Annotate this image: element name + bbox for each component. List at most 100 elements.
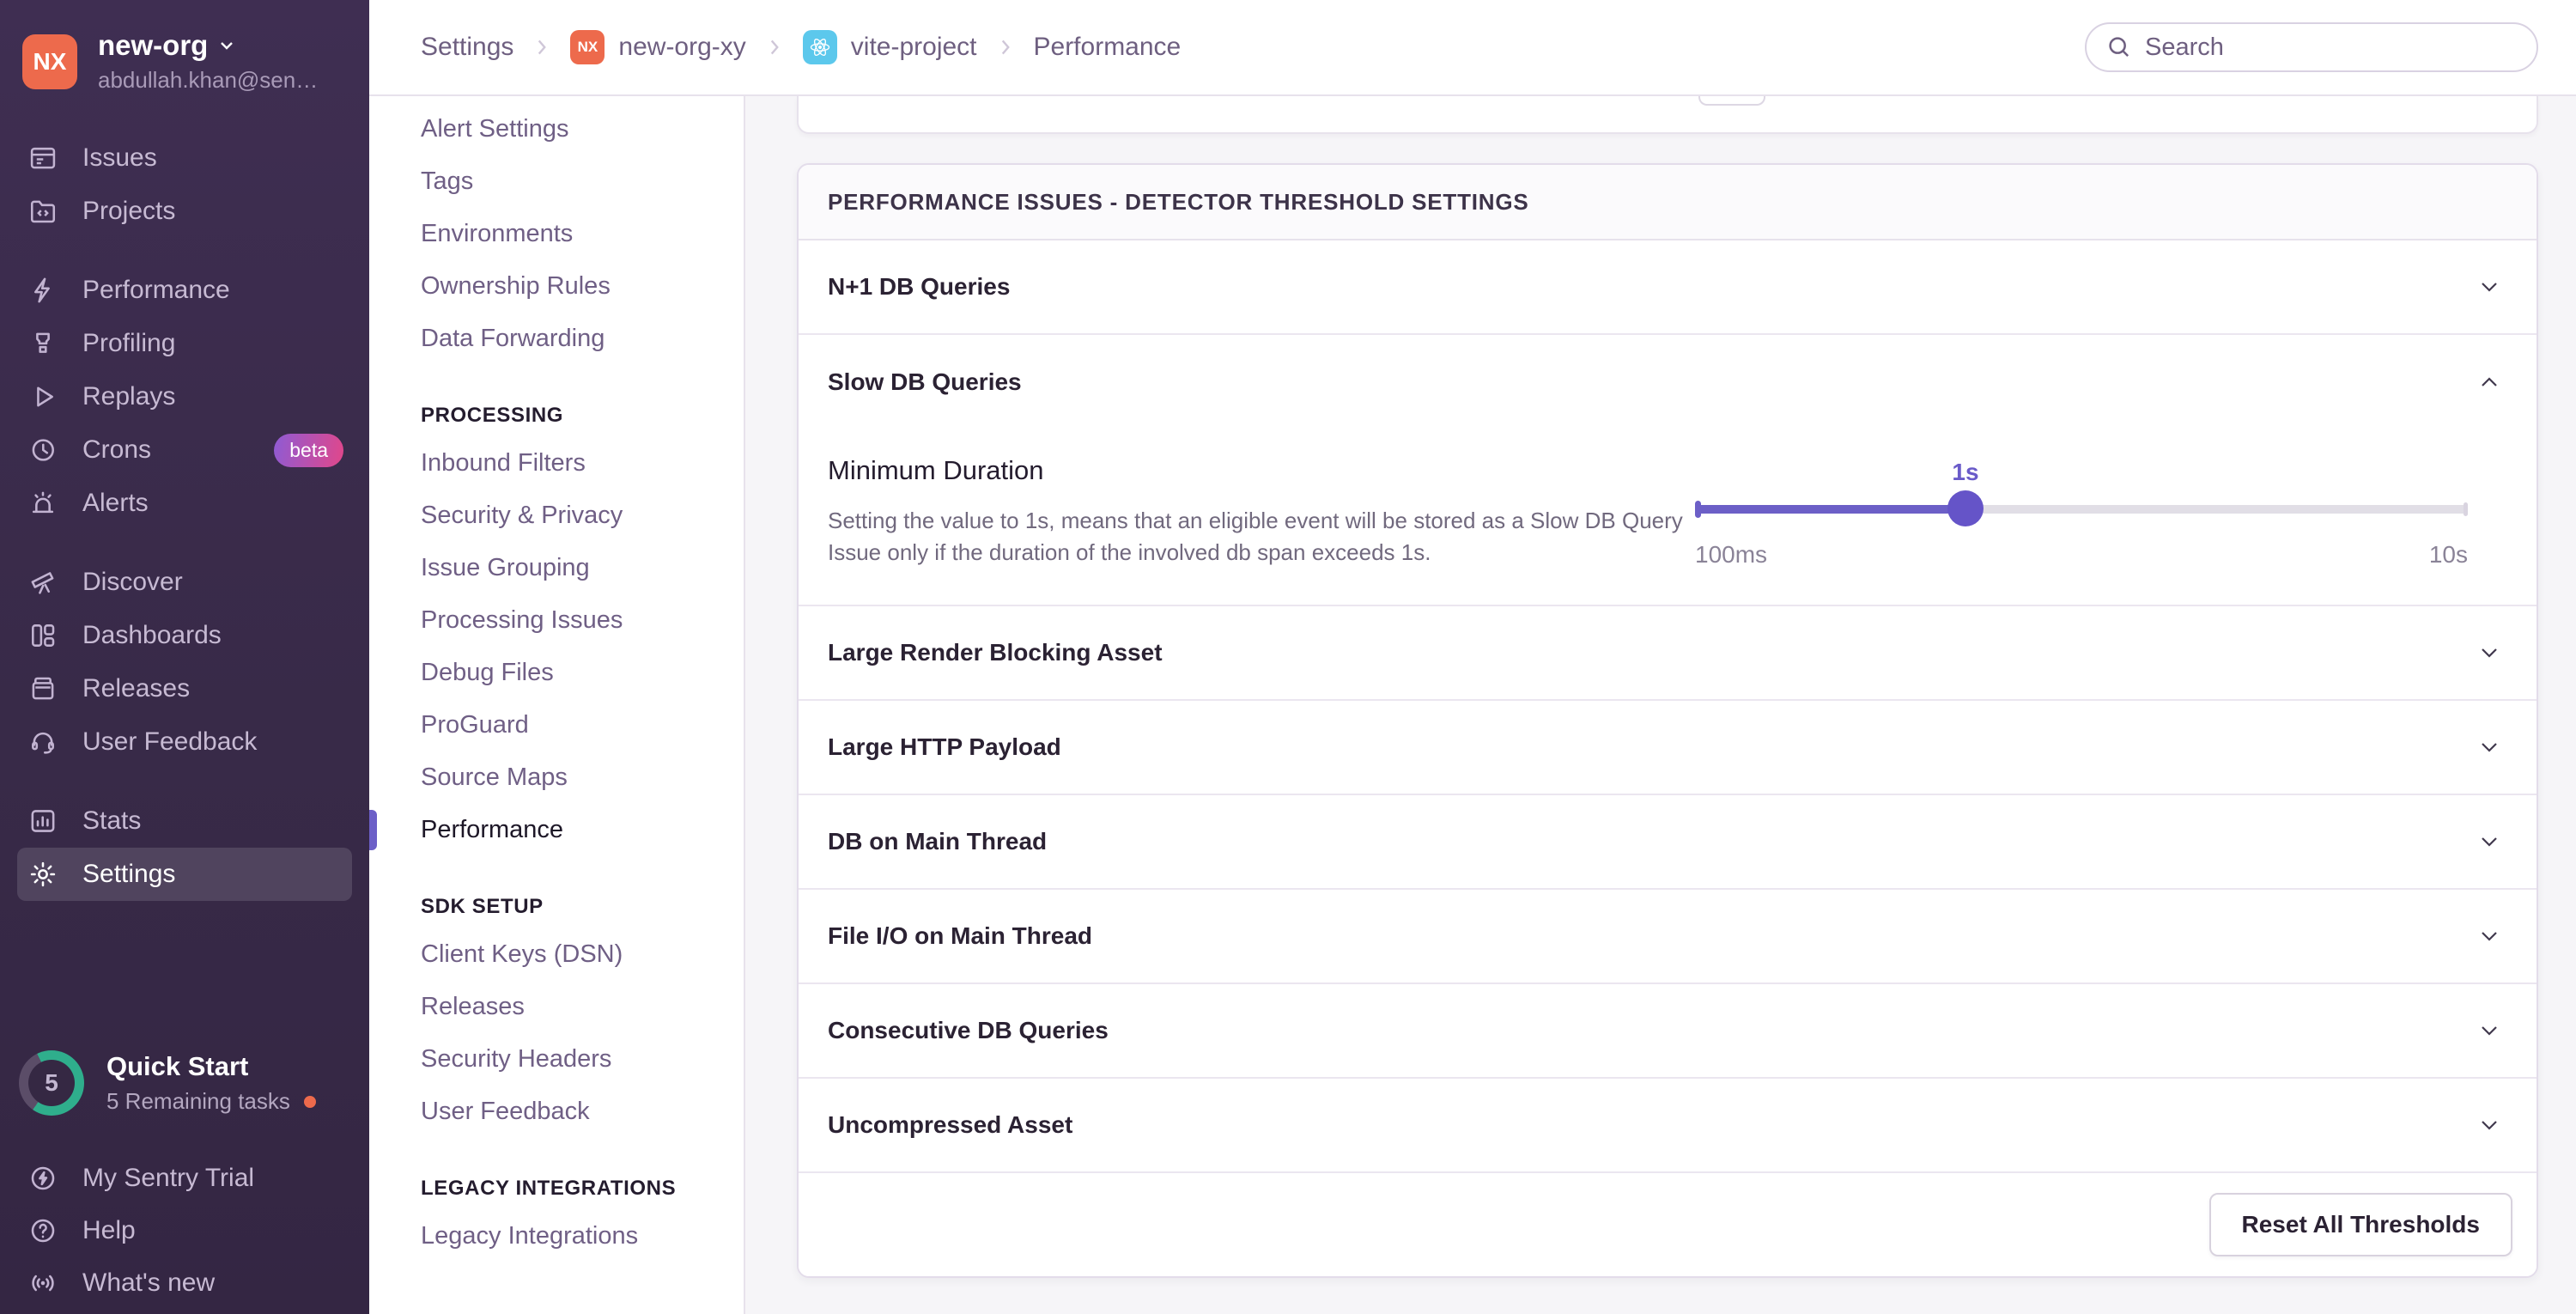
settings-nav-proguard[interactable]: ProGuard <box>421 699 744 751</box>
slider-max-tick <box>2464 502 2468 516</box>
beta-badge: beta <box>274 433 343 467</box>
sidebar-item-user-feedback[interactable]: User Feedback <box>17 715 352 769</box>
sidebar-item-my-sentry-trial[interactable]: My Sentry Trial <box>17 1152 352 1204</box>
progress-ring-count: 5 <box>28 1060 75 1106</box>
settings-nav-releases[interactable]: Releases <box>421 981 744 1033</box>
slider-handle[interactable] <box>1947 490 1984 526</box>
settings-nav-user-feedback[interactable]: User Feedback <box>421 1086 744 1138</box>
sidebar-item-whats-new[interactable]: What's new <box>17 1256 352 1309</box>
scrolled-button-remnant <box>1698 96 1765 106</box>
quick-start[interactable]: 5 Quick Start 5 Remaining tasks <box>0 1050 369 1116</box>
settings-nav-issue-grouping[interactable]: Issue Grouping <box>421 542 744 594</box>
accordion-row-consecutive-db-queries[interactable]: Consecutive DB Queries <box>799 984 2537 1079</box>
sidebar-item-dashboards[interactable]: Dashboards <box>17 609 352 662</box>
slider-fill <box>1695 505 1965 514</box>
accordion-row-label: Consecutive DB Queries <box>828 1017 1109 1043</box>
clock-icon <box>26 433 60 467</box>
sidebar-item-discover[interactable]: Discover <box>17 556 352 609</box>
breadcrumb: Settings NX new-org-xy vite-project Perf… <box>421 30 1181 64</box>
accordion-row-label: Slow DB Queries <box>828 368 1022 395</box>
settings-nav-environments[interactable]: Environments <box>421 208 744 260</box>
settings-nav-label: Source Maps <box>421 763 568 791</box>
settings-nav-performance[interactable]: Performance <box>369 804 744 856</box>
accordion-row-large-http-payload[interactable]: Large HTTP Payload <box>799 701 2537 795</box>
slider-min-tick <box>1695 501 1701 518</box>
org-meta: new-org abdullah.khan@sen… <box>98 29 318 94</box>
settings-nav-client-keys[interactable]: Client Keys (DSN) <box>421 928 744 981</box>
dashboard-grid-icon <box>26 618 60 653</box>
quick-start-subtitle: 5 Remaining tasks <box>106 1088 290 1114</box>
accordion-row-db-on-main-thread[interactable]: DB on Main Thread <box>799 795 2537 890</box>
accordion-row-file-io-on-main-thread[interactable]: File I/O on Main Thread <box>799 890 2537 984</box>
sidebar-item-stats[interactable]: Stats <box>17 794 352 848</box>
settings-nav-label: Ownership Rules <box>421 272 611 300</box>
sidebar-item-alerts[interactable]: Alerts <box>17 477 352 530</box>
breadcrumb-organization[interactable]: NX new-org-xy <box>570 30 746 64</box>
chevron-down-icon <box>2476 640 2502 666</box>
nav-group-issues: Issues Projects <box>0 131 369 238</box>
sidebar-item-issues[interactable]: Issues <box>17 131 352 185</box>
accordion-row-uncompressed-asset[interactable]: Uncompressed Asset <box>799 1079 2537 1173</box>
accordion-row-label: N+1 DB Queries <box>828 273 1011 300</box>
sidebar-item-label: Alerts <box>82 489 149 517</box>
settings-nav-section-processing: PROCESSING <box>421 404 564 427</box>
sidebar-item-help[interactable]: Help <box>17 1204 352 1256</box>
search-input[interactable] <box>2145 33 2518 62</box>
chevron-right-icon <box>531 36 553 58</box>
telescope-icon <box>26 565 60 599</box>
settings-nav-legacy-integrations[interactable]: Legacy Integrations <box>421 1210 744 1262</box>
breadcrumb-label: vite-project <box>850 33 977 61</box>
sidebar-item-replays[interactable]: Replays <box>17 370 352 423</box>
app-root: NX new-org abdullah.khan@sen… Issues Pro… <box>0 0 2576 1314</box>
sidebar-item-label: Releases <box>82 674 191 703</box>
settings-nav-label: Environments <box>421 220 574 247</box>
sidebar-item-label: Performance <box>82 276 230 304</box>
settings-nav: Alert Settings Tags Environments Ownersh… <box>369 96 745 1314</box>
siren-icon <box>26 486 60 520</box>
nav-group-stats: Stats Settings <box>0 794 369 901</box>
sidebar-item-label: My Sentry Trial <box>82 1163 255 1192</box>
settings-nav-ownership-rules[interactable]: Ownership Rules <box>421 260 744 313</box>
settings-nav-security-headers[interactable]: Security Headers <box>421 1033 744 1086</box>
sidebar-item-label: Help <box>82 1215 136 1244</box>
play-icon <box>26 380 60 414</box>
chevron-down-icon <box>2476 923 2502 949</box>
chevron-down-icon <box>2476 734 2502 760</box>
accordion-row-label: Large Render Blocking Asset <box>828 639 1163 666</box>
accordion-row-n-plus-one-db-queries[interactable]: N+1 DB Queries <box>799 240 2537 335</box>
org-switcher[interactable]: NX new-org abdullah.khan@sen… <box>0 29 369 94</box>
accordion-row-slow-db-queries[interactable]: Slow DB Queries <box>799 335 2537 429</box>
settings-nav-source-maps[interactable]: Source Maps <box>421 751 744 804</box>
accordion-row-large-render-blocking-asset[interactable]: Large Render Blocking Asset <box>799 606 2537 701</box>
breadcrumb-label: new-org-xy <box>618 33 746 61</box>
breadcrumb-project[interactable]: vite-project <box>802 30 977 64</box>
settings-nav-tags[interactable]: Tags <box>421 155 744 208</box>
settings-nav-alert-settings[interactable]: Alert Settings <box>421 103 744 155</box>
chevron-down-icon <box>221 42 234 50</box>
settings-nav-label: Security & Privacy <box>421 502 623 529</box>
org-email: abdullah.khan@sen… <box>98 67 319 93</box>
sidebar-item-profiling[interactable]: Profiling <box>17 317 352 370</box>
chevron-right-icon <box>994 36 1017 58</box>
issues-icon <box>26 141 60 175</box>
sidebar-item-settings[interactable]: Settings <box>17 848 352 901</box>
sidebar-item-projects[interactable]: Projects <box>17 185 352 238</box>
settings-nav-inbound-filters[interactable]: Inbound Filters <box>421 437 744 490</box>
accordion-row-label: File I/O on Main Thread <box>828 922 1093 949</box>
sidebar-item-crons[interactable]: Crons beta <box>17 423 352 477</box>
sidebar-item-releases[interactable]: Releases <box>17 662 352 715</box>
settings-nav-debug-files[interactable]: Debug Files <box>421 647 744 699</box>
reset-all-thresholds-button[interactable]: Reset All Thresholds <box>2208 1193 2512 1256</box>
quick-start-meta: Quick Start 5 Remaining tasks <box>106 1051 316 1115</box>
sidebar-item-performance[interactable]: Performance <box>17 264 352 317</box>
sidebar-item-label: Discover <box>82 568 183 596</box>
org-name: new-org <box>98 29 209 61</box>
settings-nav-security-privacy[interactable]: Security & Privacy <box>421 490 744 542</box>
settings-nav-label: Client Keys (DSN) <box>421 940 623 968</box>
settings-nav-processing-issues[interactable]: Processing Issues <box>421 594 744 647</box>
breadcrumb-settings[interactable]: Settings <box>421 33 513 62</box>
sidebar-item-label: Profiling <box>82 329 176 357</box>
sidebar-item-label: Dashboards <box>82 621 222 649</box>
settings-nav-data-forwarding[interactable]: Data Forwarding <box>421 313 744 365</box>
slider-min-label: 100ms <box>1695 541 1768 568</box>
